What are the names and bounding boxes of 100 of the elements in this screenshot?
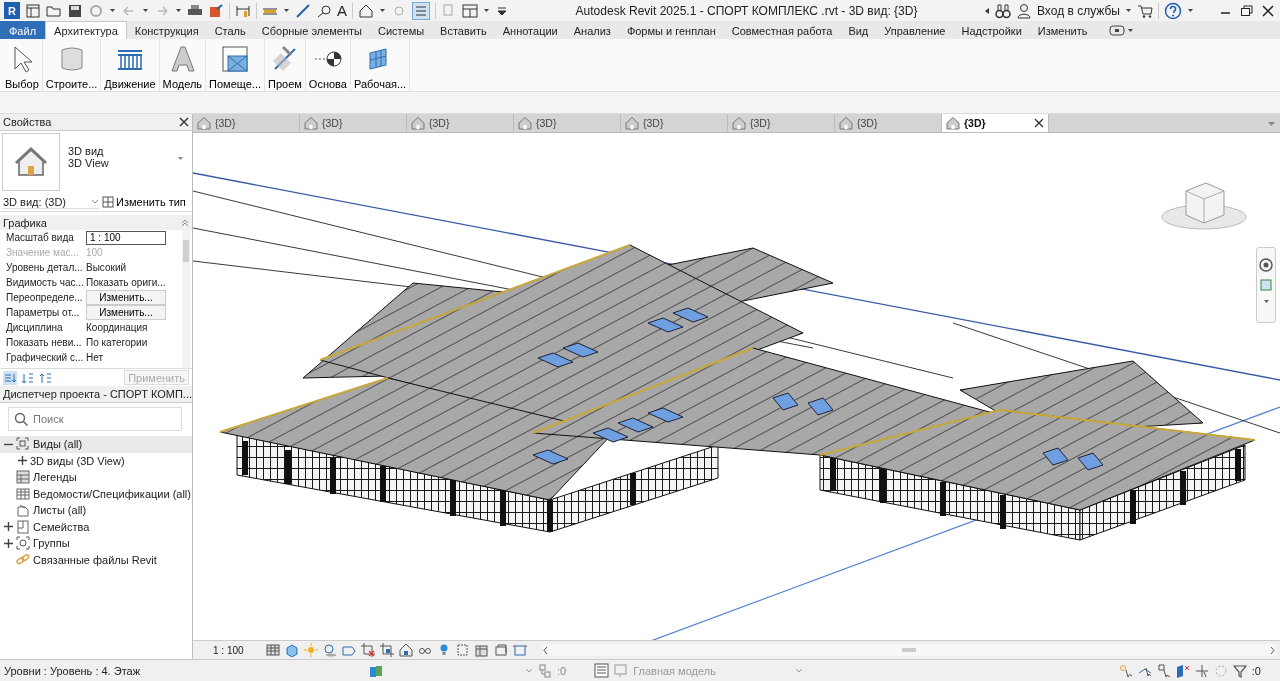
windows-icon[interactable] [462, 2, 478, 19]
ribbon-tool[interactable]: Модель [159, 39, 207, 91]
text-tool[interactable]: A [337, 2, 347, 19]
chevron-icon [795, 666, 804, 675]
caret-icon[interactable] [142, 7, 149, 14]
left-arrow-icon[interactable] [984, 6, 990, 15]
ribbon-tool[interactable]: Строите... [42, 39, 102, 91]
export-icon[interactable] [208, 2, 224, 19]
house-icon [304, 116, 318, 130]
steering-wheel-icon[interactable] [1259, 258, 1273, 272]
close-icon[interactable] [1034, 118, 1044, 128]
tree-item[interactable]: Связанные файлы Revit [0, 551, 192, 568]
property-name: Видимость час... [6, 277, 85, 288]
reveal-icon[interactable] [513, 643, 527, 657]
shadows-icon[interactable] [323, 643, 337, 657]
group-icon [16, 536, 30, 551]
property-name: Масштаб вида [6, 232, 75, 243]
tree-label: Связанные файлы Revit [33, 553, 157, 566]
sign-in-menu[interactable]: Вход в службы [1037, 3, 1120, 18]
caret-icon[interactable] [1262, 298, 1270, 305]
tree-item[interactable]: Виды (all) [0, 436, 192, 453]
caret-icon[interactable] [483, 7, 490, 14]
scale-field[interactable]: 1 : 100 [86, 230, 166, 245]
temporary-hide-icon[interactable] [494, 643, 508, 657]
horizontal-scrollbar[interactable] [542, 644, 1276, 656]
binoculars-icon[interactable] [995, 2, 1011, 19]
panel-toggle-icon[interactable] [1109, 23, 1126, 37]
list-icon[interactable] [412, 1, 430, 20]
property-name: Дисциплина [6, 322, 64, 333]
close-icon[interactable] [1260, 2, 1276, 19]
ribbon-tool[interactable]: Основа [305, 39, 351, 91]
house-icon [625, 116, 639, 130]
ribbon-tool[interactable]: Проем [265, 39, 306, 91]
tree-item[interactable]: Ведомости/Спецификации (all) [0, 485, 192, 502]
lock-view-icon[interactable] [399, 643, 413, 657]
property-name: Параметры от... [6, 307, 81, 318]
expand-icon[interactable] [4, 538, 13, 548]
drag-icon[interactable] [1194, 663, 1209, 678]
house-icon [732, 116, 746, 130]
crop-region-icon[interactable] [380, 643, 394, 657]
detail-level-icon[interactable] [266, 643, 280, 657]
type-selector[interactable]: 3D вид 3D View [0, 131, 192, 193]
caret-icon[interactable] [1125, 7, 1132, 14]
file-menu-tab[interactable]: Файл [0, 21, 46, 39]
property-value: 100 [86, 247, 104, 258]
crop-icon[interactable] [361, 643, 375, 657]
filter-icon[interactable] [1232, 663, 1247, 678]
home-icon[interactable] [358, 2, 374, 19]
ribbon-tool[interactable]: Рабочая... [350, 39, 411, 91]
model-list-icon[interactable] [594, 663, 610, 678]
property-name: Переопределе... [6, 292, 84, 303]
face-select-icon[interactable] [1175, 663, 1190, 678]
categorize-icon[interactable] [3, 370, 17, 385]
family-icon [16, 519, 30, 534]
close-icon[interactable] [179, 117, 189, 127]
ribbon-tab[interactable]: Архитектура [45, 21, 127, 39]
edit-button[interactable]: Изменить... [86, 305, 166, 320]
analysis-icon[interactable] [475, 643, 489, 657]
tree-item[interactable]: Группы [0, 535, 192, 552]
tree-item[interactable]: Семейства [0, 518, 192, 535]
caret-icon[interactable] [175, 7, 182, 14]
user-icon[interactable] [1016, 2, 1032, 19]
chevron-icon[interactable] [525, 666, 533, 675]
ribbon-tool[interactable]: Движение [101, 39, 160, 91]
save-icon[interactable] [67, 2, 83, 19]
worksets-icon[interactable] [369, 663, 383, 678]
views-icon [16, 437, 30, 452]
caret-icon[interactable] [1187, 7, 1194, 14]
expand-icon[interactable] [4, 522, 13, 532]
tree-item[interactable]: Листы (all) [0, 502, 192, 519]
caret-icon[interactable] [109, 7, 116, 14]
link-select-icon[interactable] [1118, 663, 1133, 678]
edit-type-button[interactable]: Изменить тип [102, 196, 186, 208]
ribbon-tool[interactable]: Выбор [2, 39, 43, 91]
type-subname: 3D View [68, 157, 110, 169]
help-icon[interactable] [1164, 1, 1182, 20]
property-name: Значение мас... [6, 247, 80, 258]
window-icon[interactable] [25, 2, 41, 19]
tree-item[interactable]: Легенды [0, 469, 192, 486]
window-title: Autodesk Revit 2025.1 - СПОРТ КОМПЛЕКС .rvt - 3D вид: {3D} [574, 3, 919, 18]
expand-icon[interactable] [18, 456, 27, 466]
caret-icon[interactable] [1127, 26, 1135, 34]
cart-icon[interactable] [1137, 2, 1153, 19]
app-logo[interactable]: R [4, 2, 20, 19]
tree-item[interactable]: 3D виды (3D View) [0, 452, 192, 469]
pinned-select-icon[interactable] [1156, 663, 1171, 678]
tab-list-icon[interactable] [1267, 119, 1276, 128]
caret-icon[interactable] [379, 7, 386, 14]
filter-count: :0 [1251, 664, 1261, 677]
view-scale[interactable]: 1 : 100 [213, 644, 261, 656]
caret-icon[interactable] [283, 7, 290, 14]
instance-dropdown[interactable]: 3D вид: (3D) [3, 195, 99, 209]
line-icon[interactable] [295, 2, 311, 19]
edit-button[interactable]: Изменить... [86, 290, 166, 305]
ribbon-tool[interactable]: Помеще... [206, 39, 265, 91]
restore-icon[interactable] [1239, 2, 1255, 19]
visual-style-icon[interactable] [285, 643, 299, 657]
search-field[interactable]: Поиск [8, 407, 182, 431]
scrollbar[interactable] [182, 230, 190, 368]
view-tab[interactable]: {3D} [942, 114, 1049, 132]
